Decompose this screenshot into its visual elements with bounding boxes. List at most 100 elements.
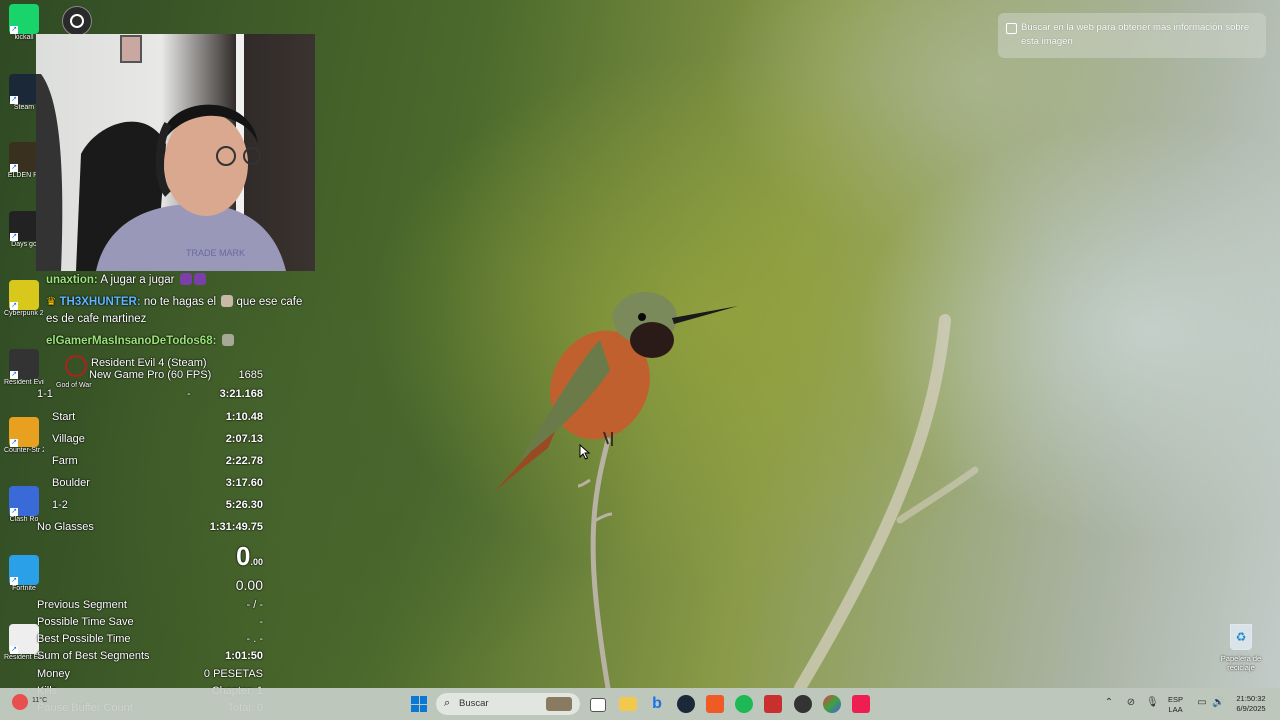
app-shortcut-icon: ↗	[9, 280, 39, 310]
shortcut-arrow-icon: ↗	[10, 233, 18, 241]
shortcut-arrow-icon: ↗	[10, 439, 18, 447]
info-row: Money 0 PESETAS	[37, 666, 265, 682]
split-row: 1-1 - 3:21.168	[37, 386, 265, 402]
shortcut-arrow-icon: ↗	[10, 646, 18, 654]
desktop-shortcut[interactable]: ↗Cyberpunk 2077	[4, 280, 44, 318]
recycle-bin[interactable]: ♻ Papelera de reciclaje	[1214, 624, 1268, 672]
brave-icon[interactable]	[706, 695, 724, 713]
game-title: Resident Evil 4 (Steam)	[91, 357, 207, 369]
svg-text:TRADE MARK: TRADE MARK	[186, 248, 245, 258]
chat-username: elGamerMasInsanoDeTodos68:	[46, 335, 217, 347]
split-name: Farm	[52, 455, 78, 467]
split-time: 2:07.13	[225, 433, 263, 445]
volume-icon[interactable]: 🔊	[1212, 697, 1224, 709]
shortcut-arrow-icon: ↗	[10, 577, 18, 585]
task-view-icon[interactable]	[590, 698, 606, 712]
segment-timer: 0.00	[235, 577, 263, 593]
info-row: Sum of Best Segments 1:01:50	[37, 648, 265, 664]
display-icon[interactable]: ▭	[1196, 697, 1208, 709]
visual-search-tooltip[interactable]: Buscar en la web para obtener más inform…	[998, 13, 1266, 58]
app-shortcut-icon: ↗	[9, 4, 39, 34]
language-indicator[interactable]: ESP LAA	[1168, 695, 1183, 715]
category-name: New Game Pro (60 FPS)	[89, 369, 212, 381]
split-row: Village 2:07.13	[37, 431, 265, 447]
search-placeholder: Buscar	[459, 698, 489, 709]
info-value: 0 PESETAS	[203, 668, 263, 680]
info-label: Best Possible Time	[37, 633, 131, 645]
keyboard-layout: LAA	[1168, 705, 1183, 714]
weather-icon	[12, 694, 28, 710]
language-code: ESP	[1168, 695, 1184, 704]
obs-icon[interactable]	[62, 6, 92, 36]
split-row: No Glasses 1:31:49.75	[37, 519, 265, 535]
info-value: - . -	[246, 633, 264, 645]
chat-message: unaxtion: A jugar a jugar	[46, 272, 306, 289]
app-triangle-icon[interactable]	[823, 695, 841, 713]
app-shortcut-icon: ↗	[9, 417, 39, 447]
split-name: 1-1	[37, 388, 53, 400]
info-label: Money	[37, 668, 71, 680]
clock[interactable]: 21:50:32 6/9/2025	[1228, 694, 1274, 714]
stream-chat: unaxtion: A jugar a jugar ♛ TH3XHUNTER: …	[46, 272, 306, 355]
app-shortcut-icon: ↗	[9, 555, 39, 585]
split-row: Start 1:10.48	[37, 409, 265, 425]
image-search-icon	[1006, 23, 1017, 34]
emote-icon	[221, 295, 234, 307]
taskbar: 11°C ⌕ Buscar b ⌃ ⊘ 🎙 ESP LAA ▭ 🔊 21:50:…	[0, 688, 1280, 720]
emote-icon	[179, 273, 192, 285]
desktop-shortcut[interactable]: ↗ Fortnite	[4, 555, 44, 593]
split-time: 5:26.30	[225, 499, 263, 511]
file-explorer-icon[interactable]	[619, 697, 637, 711]
spotify-icon[interactable]	[735, 695, 753, 713]
bing-icon[interactable]: b	[648, 695, 666, 713]
chat-username: TH3XHUNTER:	[59, 296, 141, 308]
mouse-cursor-icon	[579, 444, 591, 460]
emote-icon	[193, 273, 206, 285]
start-button[interactable]	[411, 696, 427, 712]
info-row: Possible Time Save -	[37, 614, 265, 630]
clock-date: 6/9/2025	[1236, 704, 1266, 713]
weather-widget[interactable]: 11°C	[12, 692, 52, 716]
desktop-shortcut-label: Fortnite	[12, 585, 36, 592]
split-time: 3:17.60	[225, 477, 263, 489]
search-highlight-icon	[546, 697, 572, 711]
split-name: No Glasses	[37, 521, 94, 533]
tiktok-icon[interactable]	[852, 695, 870, 713]
split-time: 2:22.78	[225, 455, 263, 467]
shortcut-arrow-icon: ↗	[10, 508, 18, 516]
info-value: -	[259, 616, 263, 628]
network-off-icon[interactable]: ⊘	[1125, 697, 1137, 709]
chevron-up-icon[interactable]: ⌃	[1103, 697, 1115, 709]
microphone-icon[interactable]: 🎙	[1146, 697, 1159, 709]
weather-temp: 11°C	[32, 697, 48, 704]
shortcut-arrow-icon: ↗	[10, 26, 18, 34]
tooltip-text: Buscar en la web para obtener más inform…	[1021, 22, 1250, 47]
shortcut-arrow-icon: ↗	[10, 164, 18, 172]
info-label: Sum of Best Segments	[37, 650, 150, 662]
taskbar-search[interactable]: ⌕ Buscar	[436, 693, 580, 715]
search-icon: ⌕	[444, 697, 451, 709]
split-row: 1-2 5:26.30	[37, 497, 265, 513]
steam-icon[interactable]	[677, 695, 695, 713]
info-value: - / -	[246, 599, 264, 611]
obs-taskbar-icon[interactable]	[794, 695, 812, 713]
timer-seconds: 0	[236, 541, 251, 571]
chat-text: no te hagas el	[143, 296, 217, 308]
chat-username: unaxtion:	[46, 274, 98, 286]
app-shortcut-icon: ↗	[9, 486, 39, 516]
shortcut-arrow-icon: ↗	[10, 96, 18, 104]
clock-time: 21:50:32	[1236, 694, 1266, 703]
split-name: 1-2	[52, 499, 68, 511]
shortcut-arrow-icon: ↗	[10, 302, 18, 310]
app-shortcut-icon: ↗	[9, 74, 39, 104]
split-row: Boulder 3:17.60	[37, 475, 265, 491]
desktop-shortcut[interactable]: ↗Resident Evil Village	[4, 349, 44, 387]
chat-message: elGamerMasInsanoDeTodos68:	[46, 333, 306, 350]
split-time: 1:10.48	[225, 411, 263, 423]
split-name: Start	[52, 411, 76, 423]
main-timer: 0.00	[236, 541, 263, 572]
app-shortcut-icon: ↗	[9, 211, 39, 241]
voicemeeter-icon[interactable]	[764, 695, 782, 713]
info-label: Possible Time Save	[37, 616, 134, 628]
chat-message: ♛ TH3XHUNTER: no te hagas el que ese caf…	[46, 294, 306, 328]
